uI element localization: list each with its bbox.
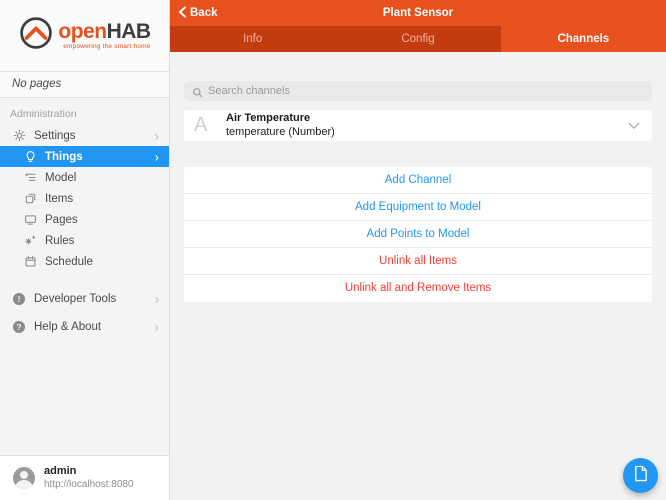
sidebar: openHAB empowering the smart home No pag… bbox=[0, 0, 170, 500]
search-bar bbox=[184, 81, 652, 101]
logo-wordmark: openHAB bbox=[58, 19, 151, 43]
lightbulb-icon bbox=[23, 150, 37, 163]
list-tree-icon bbox=[23, 171, 37, 184]
openhab-logo-icon bbox=[18, 15, 54, 56]
action-list: Add Channel Add Equipment to Model Add P… bbox=[184, 167, 652, 302]
openhab-logo: openHAB empowering the smart home bbox=[18, 15, 151, 56]
user-avatar-icon bbox=[13, 467, 35, 489]
document-icon bbox=[633, 465, 648, 487]
app-window: openHAB empowering the smart home No pag… bbox=[0, 0, 666, 500]
question-circle-icon: ? bbox=[12, 321, 26, 333]
unlink-all-items-button[interactable]: Unlink all Items bbox=[184, 248, 652, 275]
user-name: admin bbox=[44, 465, 77, 478]
channel-subtitle: temperature (Number) bbox=[226, 125, 335, 138]
chevron-left-icon bbox=[178, 5, 187, 21]
tab-bar: Info Config Channels bbox=[170, 26, 666, 52]
exclamation-circle-icon: ! bbox=[12, 293, 26, 305]
add-channel-button[interactable]: Add Channel bbox=[184, 167, 652, 194]
channels-content: A Air Temperature temperature (Number) A… bbox=[170, 52, 666, 500]
add-equipment-to-model-button[interactable]: Add Equipment to Model bbox=[184, 194, 652, 221]
search-icon bbox=[192, 85, 203, 103]
channel-title: Air Temperature bbox=[226, 112, 311, 125]
chevron-right-icon: › bbox=[154, 291, 159, 307]
sidebar-item-pages[interactable]: Pages bbox=[0, 209, 169, 230]
code-view-fab-button[interactable] bbox=[623, 458, 658, 493]
page-title: Plant Sensor bbox=[382, 7, 454, 19]
group-letter: A bbox=[194, 114, 208, 136]
calendar-icon bbox=[23, 255, 37, 268]
add-points-to-model-button[interactable]: Add Points to Model bbox=[184, 221, 652, 248]
sidebar-item-settings[interactable]: Settings › bbox=[0, 125, 169, 146]
gear-icon bbox=[12, 129, 26, 142]
sidebar-item-developer-tools[interactable]: ! Developer Tools › bbox=[0, 285, 169, 313]
back-button[interactable]: Back bbox=[170, 5, 218, 21]
sidebar-item-schedule[interactable]: Schedule bbox=[0, 251, 169, 272]
channel-row-air-temperature[interactable]: A Air Temperature temperature (Number) bbox=[184, 110, 652, 141]
sparkle-icon bbox=[23, 234, 37, 247]
server-url: http://localhost:8080 bbox=[44, 478, 134, 490]
user-account-button[interactable]: admin http://localhost:8080 bbox=[0, 455, 169, 500]
main-panel: Back Plant Sensor Info Config Channels A… bbox=[170, 0, 666, 500]
administration-section-label: Administration bbox=[10, 108, 77, 120]
sidebar-item-items[interactable]: Items bbox=[0, 188, 169, 209]
logo-tagline: empowering the smart home bbox=[63, 42, 151, 50]
unlink-all-and-remove-items-button[interactable]: Unlink all and Remove Items bbox=[184, 275, 652, 302]
no-pages-label: No pages bbox=[0, 72, 169, 98]
search-input[interactable] bbox=[184, 81, 652, 101]
sidebar-item-model[interactable]: Model bbox=[0, 167, 169, 188]
monitor-icon bbox=[23, 213, 37, 226]
sidebar-item-rules[interactable]: Rules bbox=[0, 230, 169, 251]
navbar: Back Plant Sensor bbox=[170, 0, 666, 26]
tab-channels[interactable]: Channels bbox=[500, 26, 666, 52]
chevron-right-icon: › bbox=[154, 128, 159, 143]
sidebar-item-things[interactable]: Things › bbox=[0, 146, 169, 167]
tab-config[interactable]: Config bbox=[335, 26, 500, 52]
squares-icon bbox=[23, 192, 37, 205]
chevron-down-icon bbox=[628, 122, 640, 130]
chevron-right-icon: › bbox=[154, 319, 159, 335]
logo-area: openHAB empowering the smart home bbox=[0, 0, 169, 72]
tab-info[interactable]: Info bbox=[170, 26, 335, 52]
sidebar-item-help-about[interactable]: ? Help & About › bbox=[0, 313, 169, 341]
chevron-right-icon: › bbox=[154, 149, 159, 164]
tools-group: ! Developer Tools › ? Help & About › bbox=[0, 285, 169, 341]
